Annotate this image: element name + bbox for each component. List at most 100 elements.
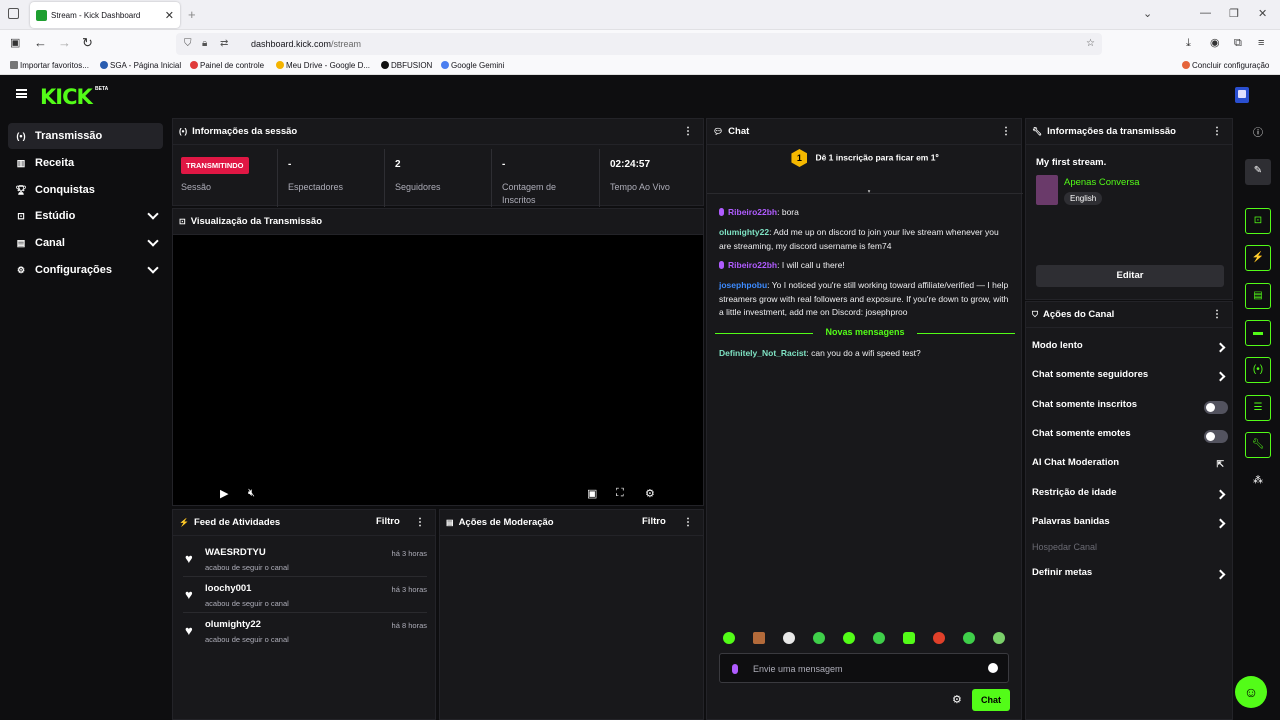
chat-username[interactable]: josephpobu [719,280,767,290]
bookmark-sga[interactable]: SGA - Página Inicial [100,61,181,70]
lightning-icon[interactable]: ⚡ [1245,245,1271,271]
filter-button[interactable]: Filtro [376,516,400,527]
action-banned-words[interactable]: Palavras banidas [1032,516,1228,534]
shield-icon[interactable]: ⛉ [184,38,192,49]
emotes-only-toggle[interactable] [1204,430,1228,443]
sidebar-item-canal[interactable]: ▤ Canal [8,230,163,256]
video-player[interactable]: ▶ 🔇︎ ▣ ⛶ ⚙ [173,235,703,505]
feed-username[interactable]: WAESRDTYU [205,547,266,558]
bookmark-star-icon[interactable]: ☆ [1086,38,1095,49]
bookmark-gemini[interactable]: Google Gemini [441,61,504,70]
user-avatar[interactable] [1235,87,1249,103]
emote-icon[interactable] [903,632,915,644]
chat-settings-icon[interactable]: ⚙ [952,693,962,706]
emote-icon[interactable] [753,632,765,644]
mic-badge-icon [719,208,724,216]
emoji-picker-icon[interactable] [988,663,998,673]
kick-logo[interactable]: KICK [40,85,93,109]
bookmark-setup[interactable]: Concluir configuração [1182,61,1269,70]
chat-username[interactable]: Definitely_Not_Racist [719,348,806,358]
stream-category[interactable]: Apenas Conversa [1064,177,1140,188]
broadcast-icon[interactable]: (•) [1245,357,1271,383]
settings-gear-icon[interactable]: ⚙ [645,487,655,500]
emote-icon[interactable] [813,632,825,644]
preview-icon[interactable]: ⊡ [1245,208,1271,234]
emote-icon[interactable] [783,632,795,644]
tab-list-icon[interactable] [8,8,19,19]
close-window-icon[interactable]: ✕ [1258,7,1267,20]
account-icon[interactable]: ◉ [1210,36,1220,50]
emote-icon[interactable] [843,632,855,644]
emote-icon[interactable] [963,632,975,644]
permissions-icon[interactable]: ⇄ [220,38,228,49]
help-chat-icon[interactable]: ☺ [1235,676,1267,708]
emote-icon[interactable] [933,632,945,644]
emote-icon[interactable] [873,632,885,644]
sidebar-item-transmissao[interactable]: (•) Transmissão [8,123,163,149]
info-icon[interactable]: ⓘ [1245,122,1271,148]
play-icon[interactable]: ▶ [220,487,228,500]
subscription-goal[interactable]: 1 Dê 1 inscrição para ficar em 1º [707,149,1023,167]
chat-send-button[interactable]: Chat [972,689,1010,711]
edit-button[interactable]: Editar [1036,265,1224,287]
emote-icon[interactable] [723,632,735,644]
stat-label: Contagem de Inscritos [502,182,557,205]
action-set-goals[interactable]: Definir metas [1032,567,1228,585]
minimize-icon[interactable]: — [1200,7,1211,19]
document-icon[interactable]: ▤ [1245,283,1271,309]
extensions-icon[interactable]: ⧉ [1234,36,1242,50]
lock-icon[interactable]: 🔒︎ [202,38,207,49]
theater-mode-icon[interactable]: ▣ [587,487,597,500]
add-widget-icon[interactable]: ⁂ [1245,469,1271,495]
action-slow-mode[interactable]: Modo lento [1032,340,1228,358]
more-options-icon[interactable]: ⋮ [683,517,693,528]
menu-icon[interactable]: ≡ [1258,36,1264,50]
action-age-restriction[interactable]: Restrição de idade [1032,487,1228,505]
reload-icon[interactable]: ↻ [82,36,93,50]
filter-button[interactable]: Filtro [642,516,666,527]
browser-tab[interactable]: Stream - Kick Dashboard ✕ [30,2,180,28]
url-bar[interactable]: ⛉ 🔒︎ ⇄ dashboard.kick.com/stream ☆ [176,33,1102,55]
chat-username[interactable]: olumighty22 [719,227,769,237]
feed-username[interactable]: loochy001 [205,583,251,594]
more-options-icon[interactable]: ⋮ [1001,126,1011,137]
chat-message-input[interactable]: Envie uma mensagem [719,653,1009,683]
downloads-icon[interactable]: ⤓ [1186,36,1191,50]
mute-icon[interactable]: 🔇︎ [248,487,255,500]
subscribers-only-toggle[interactable] [1204,401,1228,414]
more-options-icon[interactable]: ⋮ [415,517,425,528]
sidebar-item-configuracoes[interactable]: ⚙ Configurações [8,257,163,283]
feed-username[interactable]: olumighty22 [205,619,261,630]
new-messages-divider[interactable]: Novas mensagens [715,327,1015,337]
more-options-icon[interactable]: ⋮ [1212,126,1222,137]
more-options-icon[interactable]: ⋮ [1212,309,1222,320]
layout-icon[interactable]: ☰ [1245,395,1271,421]
back-icon[interactable]: ← [34,36,47,50]
edit-pencil-icon[interactable]: ✎ [1245,159,1271,185]
forward-icon[interactable]: → [58,36,71,50]
hamburger-menu-icon[interactable] [16,89,27,98]
bookmark-import[interactable]: Importar favoritos... [10,61,89,70]
bookmark-painel[interactable]: Painel de controle [190,61,264,70]
wrench-icon[interactable]: 🔧︎ [1245,432,1271,458]
emote-icon[interactable] [993,632,1005,644]
bookmark-drive[interactable]: Meu Drive - Google D... [276,61,370,70]
bookmark-dbfusion[interactable]: DBFUSION [381,61,432,70]
more-options-icon[interactable]: ⋮ [683,126,693,137]
sidebar-item-conquistas[interactable]: 🏆︎ Conquistas [8,177,163,203]
new-tab-icon[interactable]: + [188,7,196,22]
sidebar-toggle-icon[interactable]: ▣ [10,36,20,50]
list-all-tabs-icon[interactable]: ⌄ [1143,7,1152,20]
fullscreen-icon[interactable]: ⛶ [616,487,624,500]
sidebar-item-estudio[interactable]: ⊡ Estúdio [8,203,163,229]
action-followers-only[interactable]: Chat somente seguidores [1032,369,1228,387]
restore-icon[interactable]: ❐ [1229,7,1239,20]
tab-close-icon[interactable]: ✕ [165,9,174,22]
chat-bubble-icon[interactable]: ▬ [1245,320,1271,346]
chat-message: Ribeiro22bh: I will call u there! [719,259,1011,273]
sidebar-item-receita[interactable]: ▥ Receita [8,150,163,176]
action-ai-moderation[interactable]: AI Chat Moderation ⇱ [1032,457,1228,475]
sidebar-item-label: Transmissão [35,130,103,142]
chat-username[interactable]: Ribeiro22bh [728,207,777,217]
chat-username[interactable]: Ribeiro22bh [728,260,777,270]
